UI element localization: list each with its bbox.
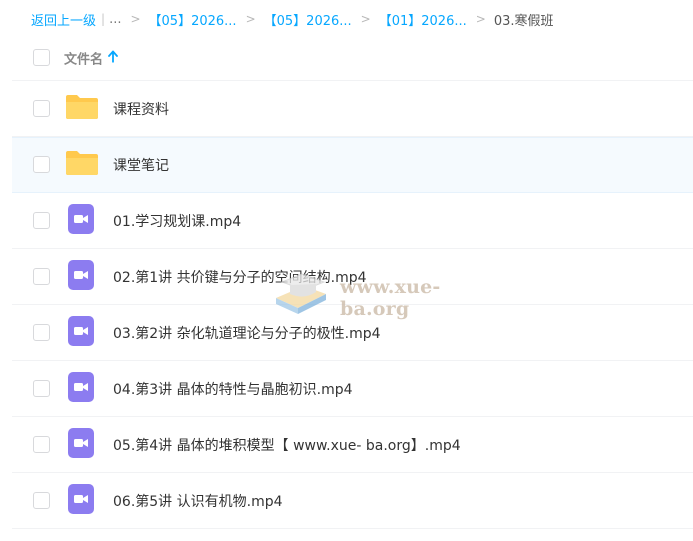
file-name[interactable]: 05.第4讲 晶体的堆积模型【 www.xue- ba.org】.mp4 (113, 435, 461, 455)
breadcrumb-separator: > (130, 12, 141, 26)
file-browser: 返回上一级 | ... > 【05】2026... > 【05】2026... … (0, 0, 693, 541)
row-checkbox[interactable] (33, 435, 50, 453)
breadcrumb-current: 03.寒假班 (493, 13, 554, 29)
file-row[interactable]: 课程资料 (12, 81, 693, 137)
breadcrumb: 返回上一级 | ... > 【05】2026... > 【05】2026... … (31, 9, 554, 29)
file-row[interactable]: 04.第3讲 晶体的特性与晶胞初识.mp4 (12, 361, 693, 417)
back-link[interactable]: 返回上一级 (31, 10, 96, 29)
file-row[interactable]: 课堂笔记 (12, 137, 693, 193)
file-name[interactable]: 06.第5讲 认识有机物.mp4 (113, 491, 283, 511)
video-file-icon (68, 483, 94, 518)
video-file-icon (68, 371, 94, 406)
filename-column-label: 文件名 (64, 52, 104, 68)
breadcrumb-link-1[interactable]: 【05】2026... (149, 10, 237, 29)
row-checkbox[interactable] (33, 379, 50, 397)
row-checkbox[interactable] (33, 156, 50, 173)
file-name[interactable]: 02.第1讲 共价键与分子的空间结构.mp4 (113, 267, 367, 287)
file-list: 课程资料 课堂笔记 01.学习规划课.mp4 02.第1讲 共价键与分子的空间结… (12, 81, 693, 529)
breadcrumb-ellipsis[interactable]: ... (109, 12, 121, 27)
video-file-icon (68, 259, 94, 294)
video-file-icon (68, 427, 94, 462)
breadcrumb-separator: > (475, 12, 486, 26)
breadcrumb-separator: > (360, 12, 371, 26)
file-row[interactable]: 02.第1讲 共价键与分子的空间结构.mp4 (12, 249, 693, 305)
row-checkbox[interactable] (33, 99, 50, 117)
file-name[interactable]: 课程资料 (113, 99, 169, 119)
file-name[interactable]: 03.第2讲 杂化轨道理论与分子的极性.mp4 (113, 323, 381, 343)
sort-ascending-icon[interactable] (108, 50, 118, 66)
filename-column-header[interactable]: 文件名 (64, 49, 118, 68)
file-name[interactable]: 04.第3讲 晶体的特性与晶胞初识.mp4 (113, 379, 353, 399)
row-checkbox[interactable] (33, 323, 50, 341)
file-row[interactable]: 05.第4讲 晶体的堆积模型【 www.xue- ba.org】.mp4 (12, 417, 693, 473)
folder-icon (65, 150, 99, 180)
select-all-checkbox[interactable] (33, 49, 50, 66)
breadcrumb-separator: > (245, 12, 256, 26)
breadcrumb-link-3[interactable]: 【01】2026... (379, 10, 467, 29)
file-row[interactable]: 06.第5讲 认识有机物.mp4 (12, 473, 693, 529)
file-name[interactable]: 01.学习规划课.mp4 (113, 211, 241, 231)
video-file-icon (68, 203, 94, 238)
folder-icon (65, 94, 99, 124)
list-header: 文件名 (12, 36, 693, 81)
row-checkbox[interactable] (33, 491, 50, 509)
row-checkbox[interactable] (33, 267, 50, 285)
breadcrumb-link-2[interactable]: 【05】2026... (264, 10, 352, 29)
row-checkbox[interactable] (33, 211, 50, 229)
file-row[interactable]: 01.学习规划课.mp4 (12, 193, 693, 249)
video-file-icon (68, 315, 94, 350)
breadcrumb-pipe: | (101, 12, 106, 26)
file-name[interactable]: 课堂笔记 (113, 155, 169, 175)
file-row[interactable]: 03.第2讲 杂化轨道理论与分子的极性.mp4 (12, 305, 693, 361)
